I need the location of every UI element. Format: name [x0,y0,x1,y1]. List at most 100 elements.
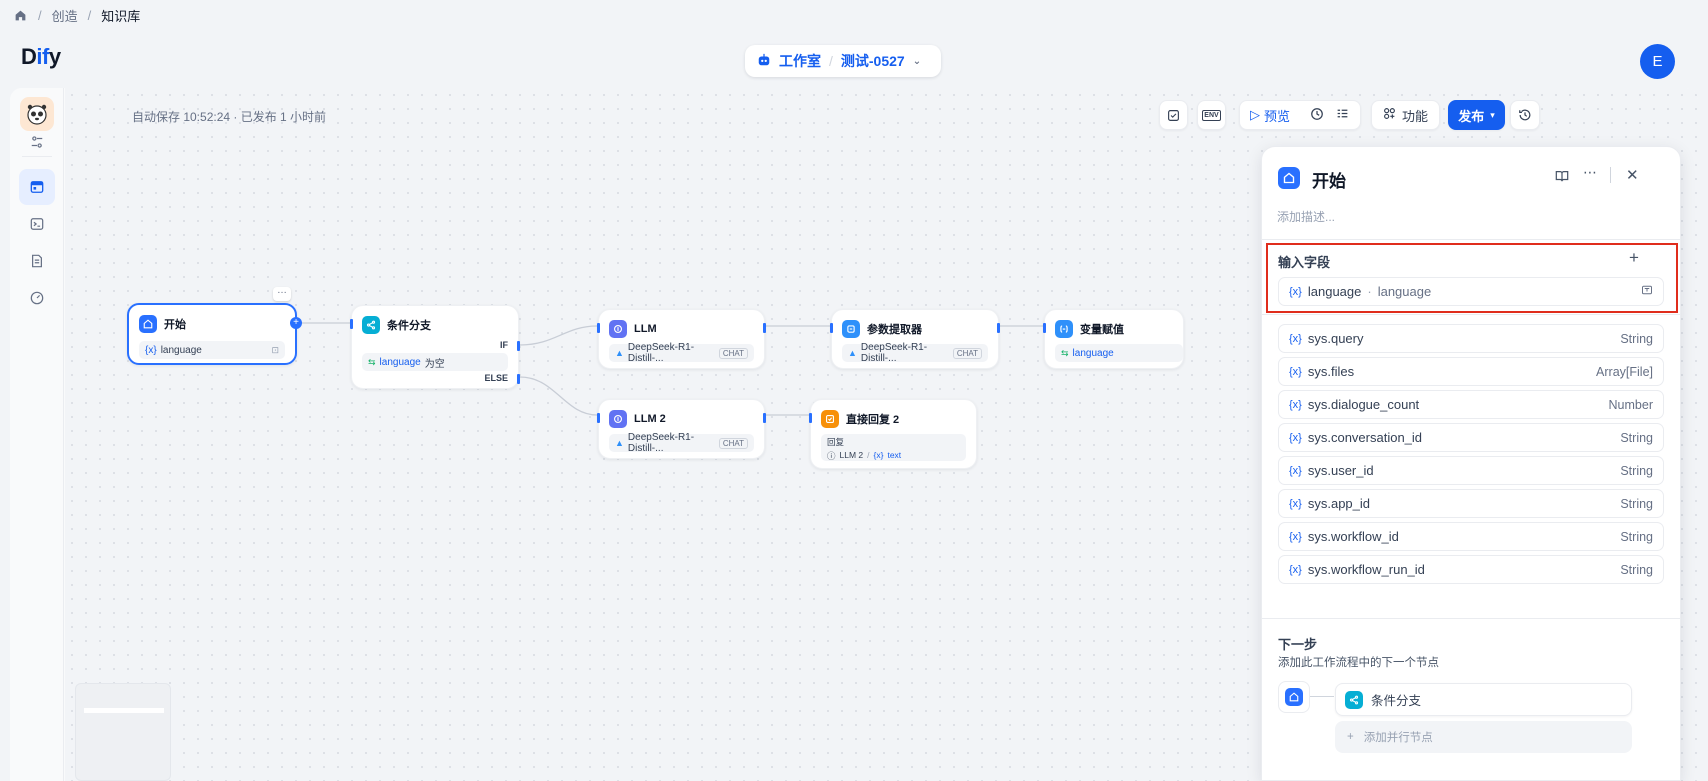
studio-link[interactable]: 工作室 [779,51,821,71]
description-input[interactable]: 添加描述... [1277,208,1335,225]
more-options-icon[interactable]: … [273,286,291,301]
parameter-extractor-icon [842,320,860,338]
app-name[interactable]: 测试-0527 [841,51,905,71]
logs-icon[interactable] [19,243,55,279]
chevron-down-icon[interactable]: ⌄ [913,56,921,67]
panel-title[interactable]: 开始 [1312,167,1346,192]
condition-row: ⇆ language 为空 [362,353,508,371]
model-provider-icon: ▲ [615,438,624,448]
model-row: ▲ DeepSeek-R1-Distill-... CHAT [609,342,754,364]
node-title: LLM [634,323,657,335]
publish-button[interactable]: 发布 ▾ [1448,100,1505,130]
input-port[interactable] [350,319,353,329]
node-header: 条件分支 [362,316,431,334]
breadcrumb-item-create[interactable]: 创造 [52,6,78,25]
node-title: 变量赋值 [1080,324,1124,336]
separator: / [829,53,833,69]
variable-type: String [1620,430,1653,445]
system-variable-row[interactable]: {x} sys.query String [1278,324,1664,353]
add-next-node-icon[interactable]: + [290,317,302,329]
features-icon [1383,107,1396,123]
next-step-title: 下一步 [1278,637,1318,652]
next-node-label: 条件分支 [1371,694,1422,708]
system-variable-row[interactable]: {x} sys.conversation_id String [1278,423,1664,452]
env-button[interactable]: ENV [1197,100,1226,130]
system-variable-row[interactable]: {x} sys.workflow_run_id String [1278,555,1664,584]
terminal-icon[interactable] [19,206,55,242]
node-llm-2[interactable]: LLM 2 ▲ DeepSeek-R1-Distill-... CHAT [597,399,766,459]
node-parameter-extractor[interactable]: 参数提取器 ▲ DeepSeek-R1-Distill-... CHAT [830,309,1000,369]
more-icon[interactable]: ⋯ [1583,164,1597,181]
features-button[interactable]: 功能 [1371,100,1440,130]
minimap[interactable] [75,683,171,781]
system-variable-row[interactable]: {x} sys.app_id String [1278,489,1664,518]
chevron-down-icon: ▾ [1490,109,1495,120]
preview-button[interactable]: ▷ 预览 [1250,106,1290,125]
input-field-language[interactable]: {x} language · language [1278,277,1664,306]
input-port[interactable] [597,413,600,423]
add-parallel-label: 添加并行节点 [1363,732,1433,744]
field-name: language [1307,284,1362,299]
output-port[interactable] [763,323,766,333]
node-header: LLM [609,320,657,338]
add-field-icon[interactable]: + [1629,248,1639,268]
node-llm[interactable]: LLM ▲ DeepSeek-R1-Distill-... CHAT [597,309,766,369]
model-name: DeepSeek-R1-Distill-... [627,432,695,454]
input-port[interactable] [1043,323,1046,333]
user-avatar[interactable]: E [1640,44,1675,79]
checklist-icon[interactable] [1159,100,1188,130]
variable-name: sys.app_id [1307,496,1371,511]
else-port[interactable] [517,374,520,384]
variable-type: String [1620,562,1653,577]
checklist-panel-icon[interactable] [1336,107,1349,123]
home-icon[interactable] [14,8,28,22]
book-icon[interactable] [1555,169,1569,186]
app-switcher[interactable]: 工作室 / 测试-0527 ⌄ [745,45,941,77]
divider [1262,618,1680,619]
system-variable-row[interactable]: {x} sys.workflow_id String [1278,522,1664,551]
variable-type: String [1620,496,1653,511]
else-label: ELSE [484,373,508,383]
output-port[interactable] [763,413,766,423]
home-icon [139,315,157,333]
variable-type: Number [1608,397,1653,412]
next-node-if-else[interactable]: 条件分支 [1335,683,1632,716]
close-icon[interactable]: ✕ [1626,166,1639,184]
settings-sliders-icon[interactable] [19,124,55,160]
input-port[interactable] [809,413,812,423]
output-port[interactable] [997,323,1000,333]
answer-label: 回复 [827,437,845,447]
input-port[interactable] [830,323,833,333]
add-parallel-node-button[interactable]: + 添加并行节点 [1335,721,1632,753]
breadcrumb-item-knowledge[interactable]: 知识库 [101,6,140,25]
variable-icon: {x} [1289,365,1302,378]
system-variable-row[interactable]: {x} sys.files Array[File] [1278,357,1664,386]
node-start[interactable]: 开始 {x} language ⊡ + … [127,286,302,365]
system-variable-row[interactable]: {x} sys.user_id String [1278,456,1664,485]
model-name: DeepSeek-R1-Distill-... [860,342,928,364]
minimap-node [84,708,164,713]
orchestrate-icon[interactable] [19,169,55,205]
version-history-icon[interactable] [1510,100,1540,130]
monitor-gauge-icon[interactable] [19,280,55,316]
if-port[interactable] [517,341,520,351]
variable-icon: {x} [145,344,157,356]
node-answer-2[interactable]: 直接回复 2 回复 ⓘ LLM 2 / {x} text [809,399,977,469]
dify-logo[interactable]: Dify [21,44,61,70]
link-icon: ⇆ [1061,347,1069,358]
variable-type: String [1620,331,1653,346]
link-icon: ⇆ [368,356,376,367]
system-variable-row[interactable]: {x} sys.dialogue_count Number [1278,390,1664,419]
input-port[interactable] [597,323,600,333]
edge-if-llm [519,325,598,346]
condition-variable: language [379,356,421,368]
divider [1610,167,1611,183]
run-history-icon[interactable] [1310,107,1324,124]
variable-name: sys.files [1307,364,1355,379]
node-if-else[interactable]: 条件分支 IF ⇆ language 为空 ELSE [350,305,520,389]
node-title: LLM 2 [634,413,666,425]
input-fields-title: 输入字段 [1278,255,1331,270]
variable-icon: {x} [1289,497,1302,510]
node-variable-assigner[interactable]: 变量赋值 ⇆ language [1043,309,1184,369]
if-label: IF [500,340,508,350]
